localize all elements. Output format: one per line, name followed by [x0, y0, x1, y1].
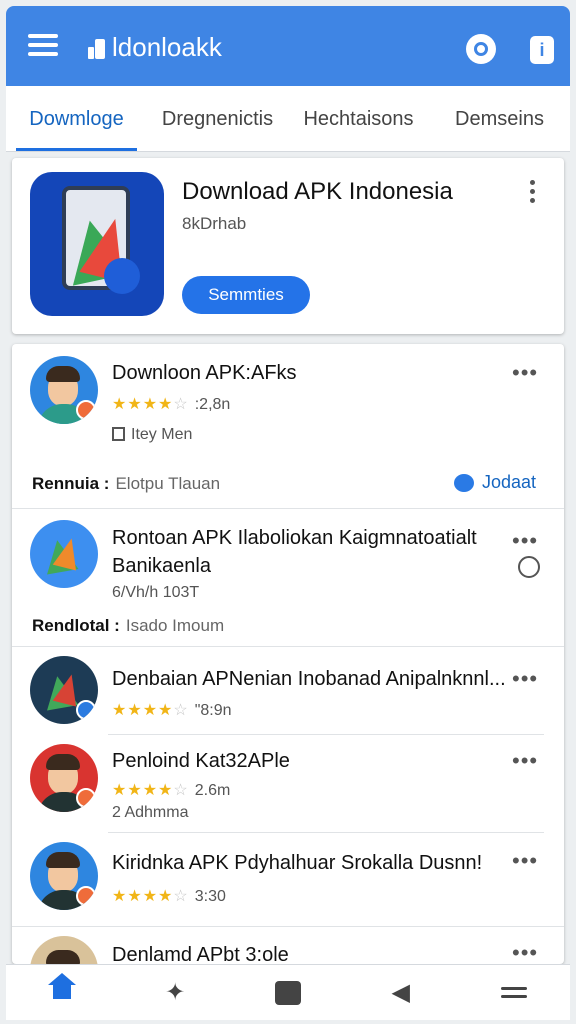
more-options-icon[interactable]: ••• [512, 528, 538, 554]
app-title: Kiridnka APK Pdyhalhuar Srokalla Dusnn! [112, 852, 483, 874]
app-icon [30, 656, 98, 724]
rating-stars: ★★★★☆:2,8n [112, 396, 231, 413]
footer-info: Rendlotal : Isado Imoum [32, 616, 225, 635]
chat-bubble-icon [454, 473, 474, 492]
avatar [30, 744, 98, 812]
more-options-icon[interactable]: ••• [512, 666, 538, 692]
avatar [30, 356, 98, 424]
chat-icon[interactable] [268, 973, 308, 1013]
avatar [30, 842, 98, 910]
app-category: Itey Men [112, 426, 192, 444]
app-title: ldonloakk [88, 32, 222, 63]
list-item[interactable]: Rontoan APK Ilaboliokan Kaigmnatoatialt … [12, 510, 564, 644]
divider [108, 734, 544, 735]
divider [12, 926, 564, 927]
app-meta: 6/Vh/h 103T [112, 584, 200, 601]
menu-icon[interactable] [494, 973, 534, 1013]
divider [12, 646, 564, 647]
more-options-icon[interactable]: ••• [512, 748, 538, 774]
app-title: Denlamd APbt 3:ole [112, 944, 289, 964]
badge-icon [76, 400, 96, 420]
app-downloads: 2 Adhmma [112, 804, 189, 821]
rating-stars: ★★★★☆ 3:30 [112, 888, 226, 905]
chat-icon[interactable] [518, 556, 540, 578]
footer-info: Rennuia : Elotpu Tlauan [32, 474, 221, 493]
featured-app-subtitle: 8kDrhab [182, 214, 247, 233]
rating-stars: ★★★★☆ "8:9n [112, 702, 232, 719]
featured-app-icon [30, 172, 164, 316]
list-item[interactable]: Penloind Kat32APle ★★★★☆ 2.6m 2 Adhmma ••… [12, 736, 564, 832]
puzzle-icon[interactable]: ✦ [155, 973, 195, 1013]
hamburger-menu-icon[interactable] [28, 34, 58, 58]
tab-services[interactable]: Demseins [429, 86, 570, 151]
app-logo-icon [88, 37, 106, 59]
back-icon[interactable]: ◀ [381, 973, 421, 1013]
app-title-text: ldonloakk [112, 32, 222, 62]
list-item[interactable]: Kiridnka APK Pdyhalhuar Srokalla Dusnn! … [12, 834, 564, 924]
featured-app-title: Download APK Indonesia [182, 178, 453, 205]
app-list: Downloon APK:AFks ★★★★☆:2,8n Itey Men ••… [12, 344, 564, 964]
category-icon [112, 427, 125, 441]
app-title: Denbaian APNenian Inobanad Anipalnknnl..… [112, 668, 506, 690]
search-icon[interactable] [466, 34, 496, 64]
more-options-icon[interactable]: ••• [512, 360, 538, 386]
featured-action-button[interactable]: Semmties [182, 276, 310, 314]
rating-stars: ★★★★☆ 2.6m [112, 782, 231, 799]
tab-recommendations[interactable]: Hechtaisons [288, 86, 429, 151]
bottom-navigation: ✦ ◀ [6, 964, 570, 1020]
more-options-icon[interactable] [530, 180, 536, 207]
join-button[interactable]: Jodaat [454, 472, 536, 493]
featured-app-card[interactable]: Download APK Indonesia 8kDrhab Semmties [12, 158, 564, 334]
tab-categories[interactable]: Dregnenictis [147, 86, 288, 151]
app-icon [30, 520, 98, 588]
divider [12, 508, 564, 509]
tab-bar: Dowmloge Dregnenictis Hechtaisons Demsei… [6, 86, 570, 152]
avatar [30, 936, 98, 964]
badge-icon [76, 886, 96, 906]
tab-download[interactable]: Dowmloge [6, 86, 147, 151]
badge-icon [76, 700, 96, 720]
list-item[interactable]: Denlamd APbt 3:ole ••• [12, 928, 564, 964]
info-icon[interactable]: i [530, 36, 554, 64]
list-item[interactable]: Downloon APK:AFks ★★★★☆:2,8n Itey Men ••… [12, 344, 564, 502]
more-options-icon[interactable]: ••• [512, 848, 538, 874]
app-title: Penloind Kat32APle [112, 750, 290, 772]
divider [108, 832, 544, 833]
list-item[interactable]: Denbaian APNenian Inobanad Anipalnknnl..… [12, 648, 564, 734]
more-options-icon[interactable]: ••• [512, 940, 538, 964]
app-title: Rontoan APK Ilaboliokan Kaigmnatoatialt … [112, 527, 477, 577]
home-icon[interactable] [42, 972, 82, 1013]
app-bar: ldonloakk i [6, 6, 570, 86]
badge-icon [76, 788, 96, 808]
app-title: Downloon APK:AFks [112, 362, 297, 384]
